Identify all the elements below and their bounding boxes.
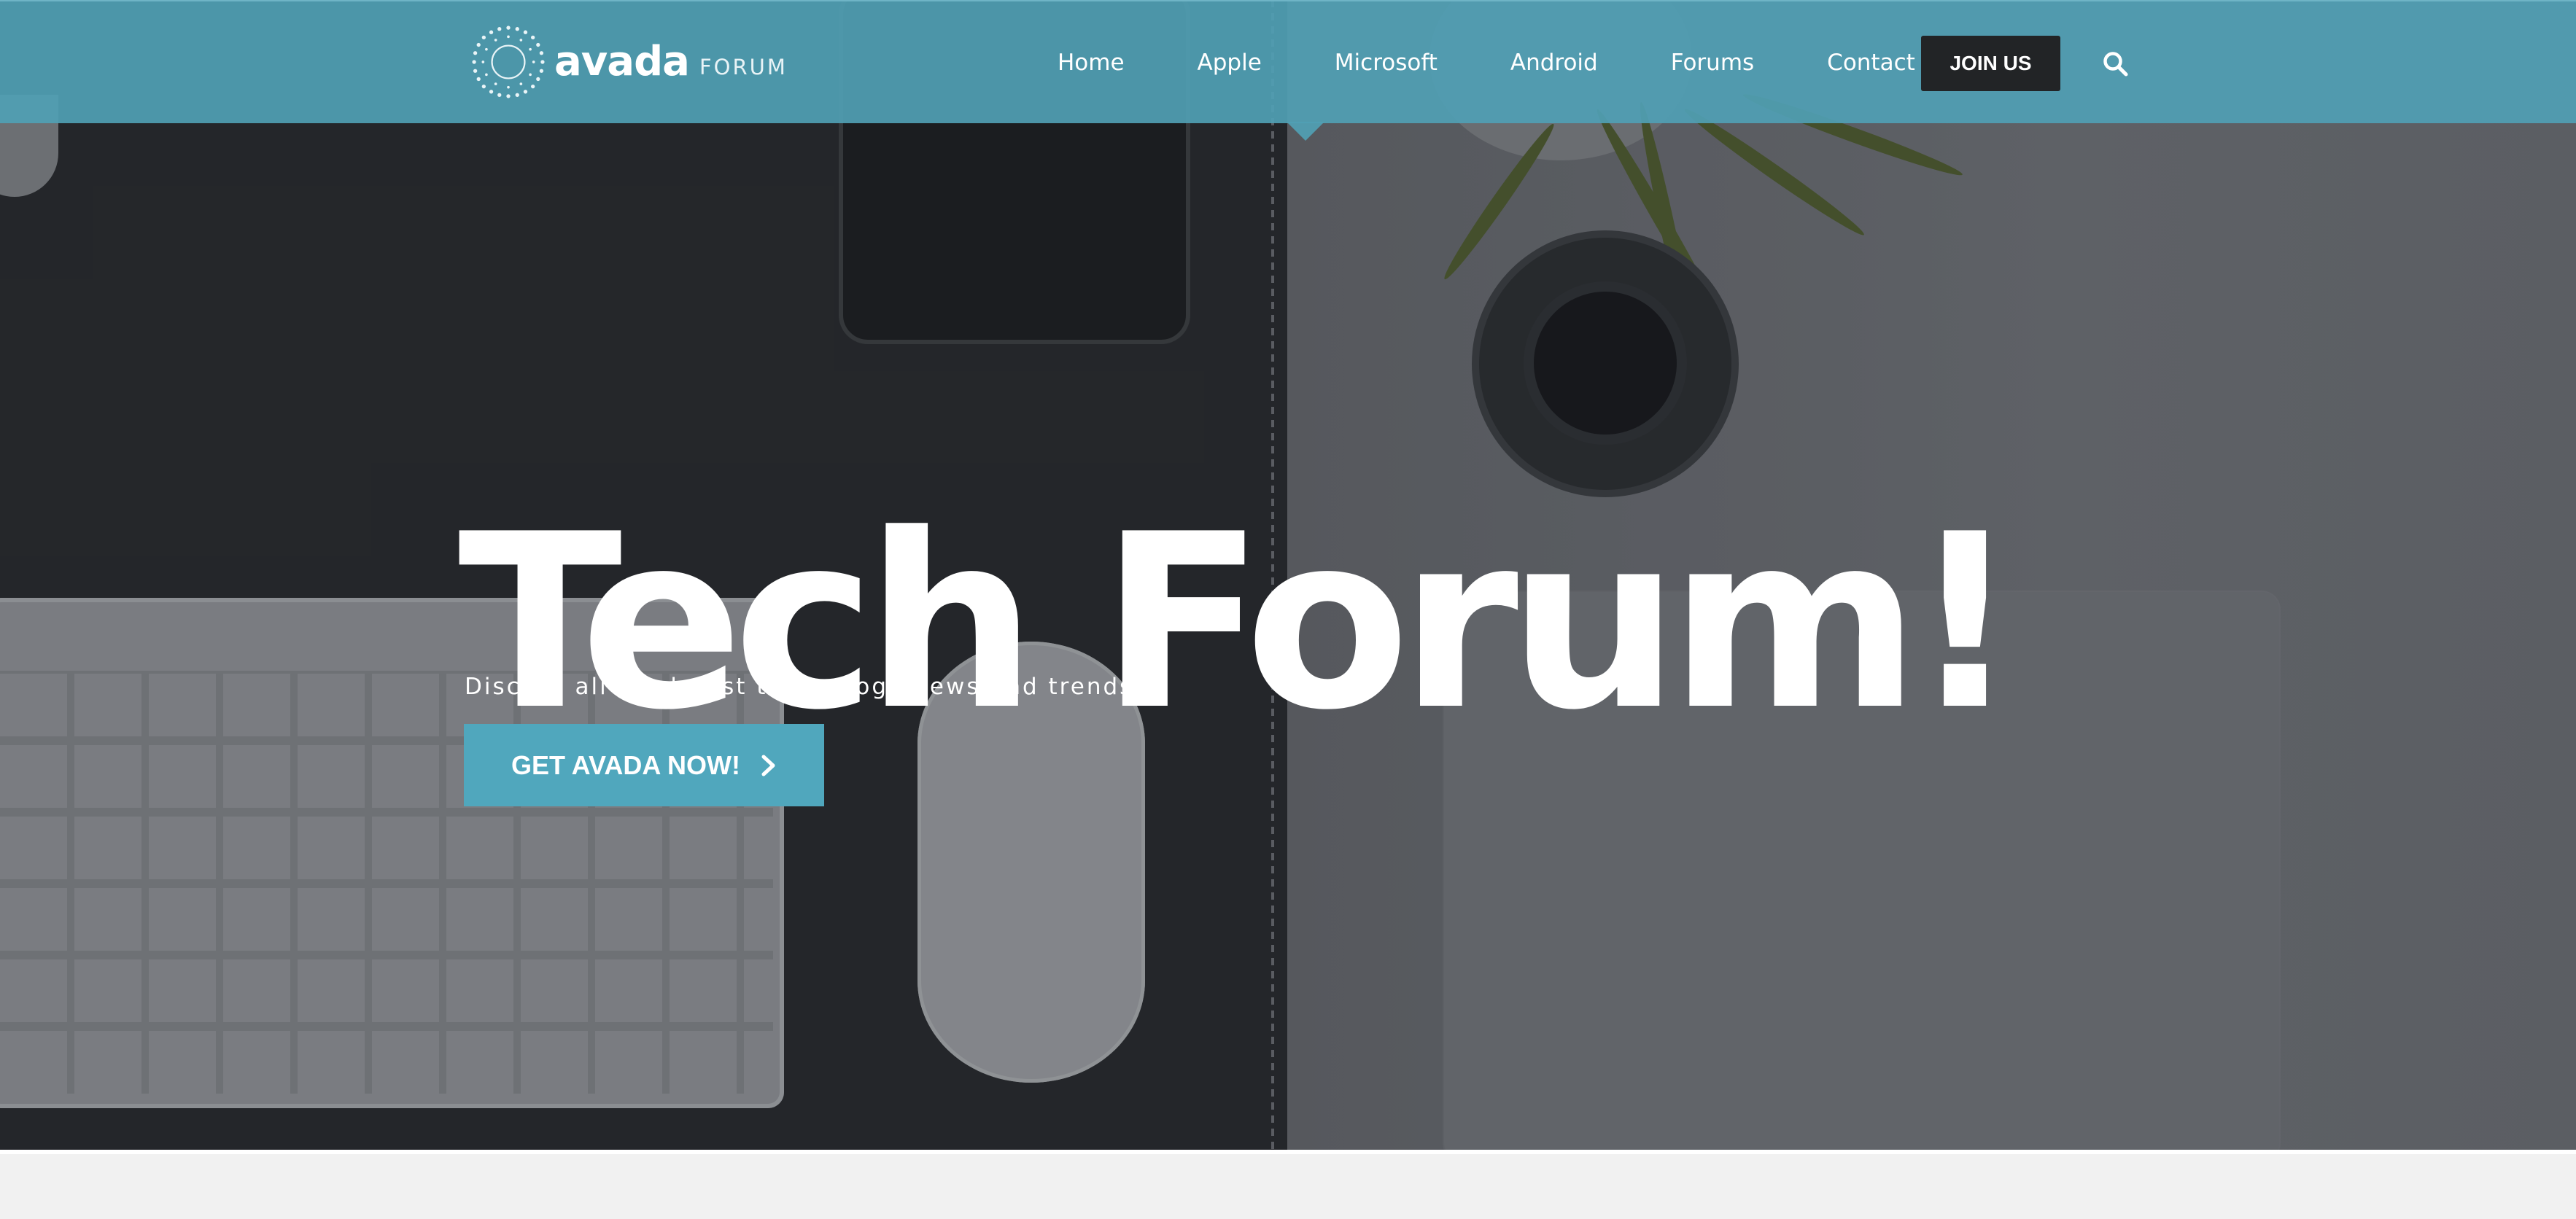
logo-ring-icon (472, 26, 545, 98)
nav-item-apple[interactable]: Apple (1161, 50, 1298, 76)
site-header: avada FORUM Home Apple Microsoft Android… (0, 0, 2576, 123)
join-us-button[interactable]: JOIN US (1921, 36, 2060, 91)
page-content-start (0, 1150, 2576, 1219)
logo-subtitle: FORUM (699, 55, 788, 79)
cta-button-label: GET AVADA NOW! (511, 749, 740, 780)
hero-title: Tech Forum! (458, 483, 2020, 763)
nav-item-microsoft[interactable]: Microsoft (1298, 50, 1474, 76)
nav-item-home[interactable]: Home (1036, 50, 1161, 76)
site-logo[interactable]: avada FORUM (471, 22, 788, 102)
active-nav-pointer (1287, 122, 1324, 141)
search-icon[interactable] (2102, 50, 2128, 77)
nav-item-android[interactable]: Android (1474, 50, 1634, 76)
chevron-right-icon (761, 755, 775, 776)
main-nav: Home Apple Microsoft Android Forums Cont… (1036, 1, 1985, 123)
get-avada-now-button[interactable]: GET AVADA NOW! (464, 724, 824, 806)
hero-subtitle: Discuss all the latest technology news a… (465, 674, 1134, 700)
logo-wordmark: avada (554, 38, 690, 85)
nav-item-forums[interactable]: Forums (1634, 50, 1791, 76)
